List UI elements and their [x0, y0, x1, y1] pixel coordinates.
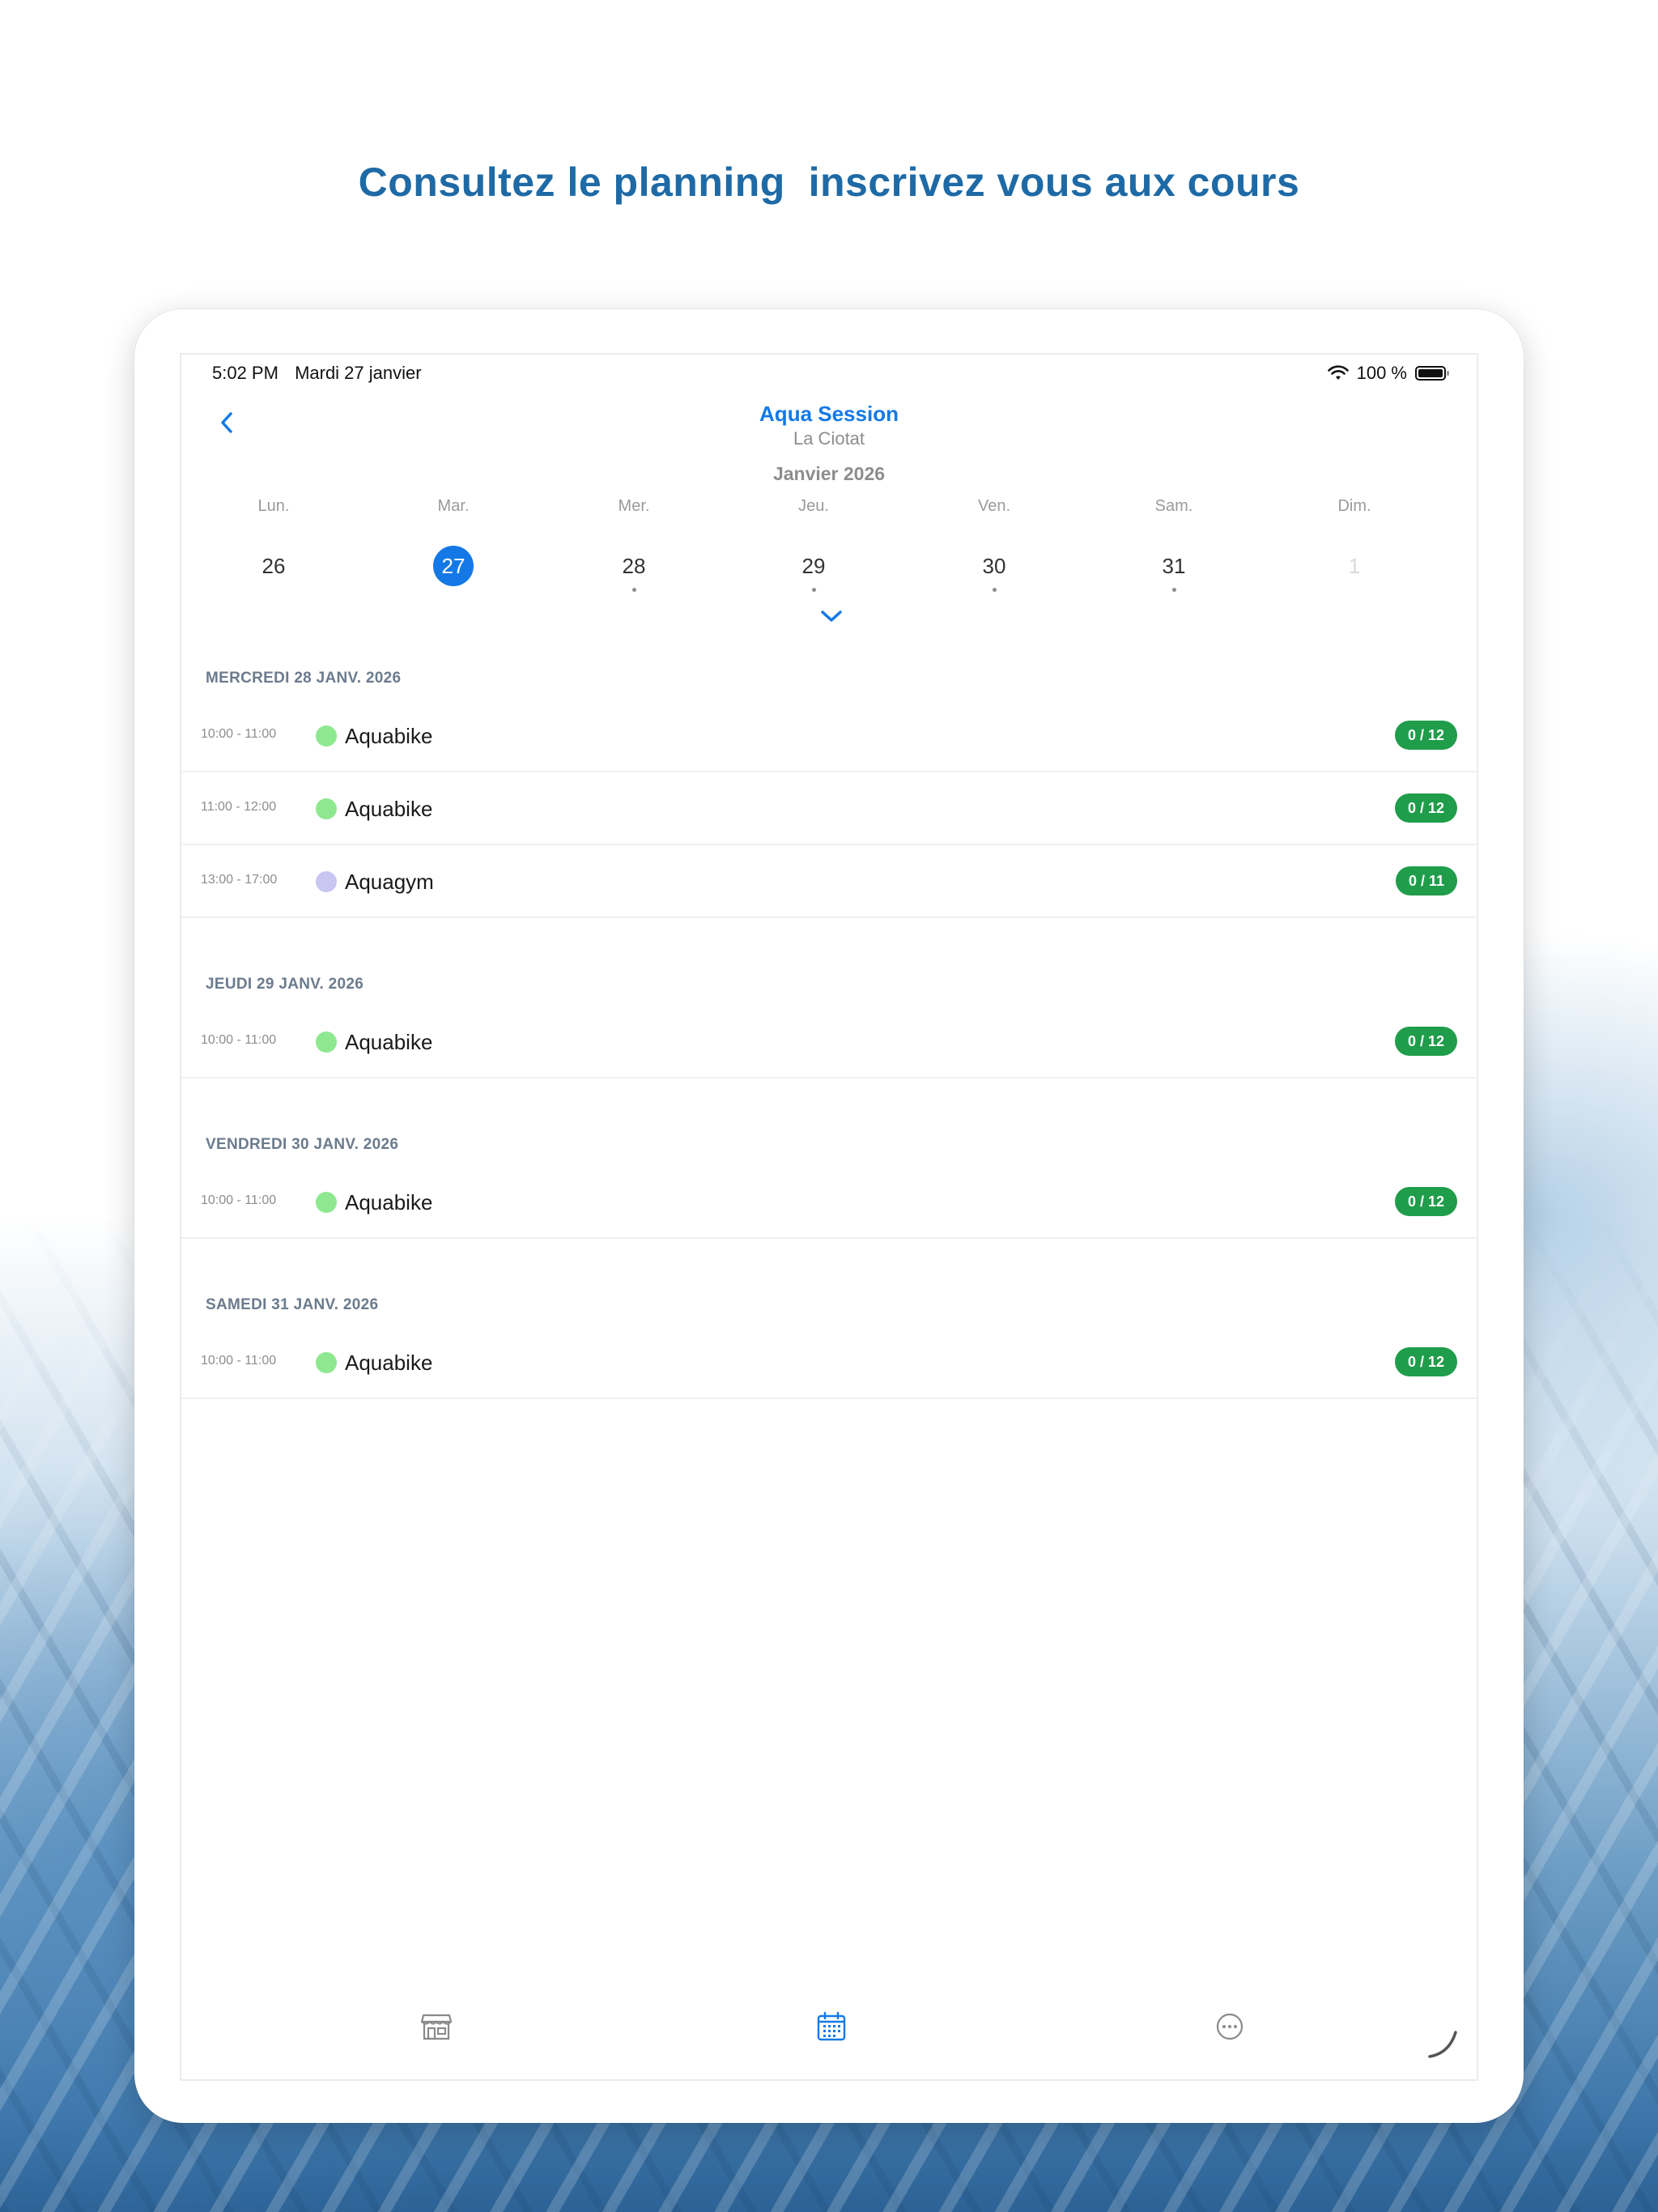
section-header: VENDREDI 30 JANV. 2026: [206, 1136, 399, 1153]
page-title: Aqua Session: [759, 402, 899, 426]
class-time: 10:00 - 11:00: [201, 1193, 277, 1207]
event-dot: [632, 588, 636, 592]
spots-badge: 0 / 12: [1394, 721, 1457, 750]
calendar-month: Janvier 2026: [772, 463, 886, 484]
class-time: 11:00 - 12:00: [201, 800, 277, 814]
section-header: MERCREDI 28 JANV. 2026: [206, 670, 402, 687]
aquagym-color-dot: [316, 871, 337, 892]
aquabike-color-dot: [316, 1192, 337, 1213]
calendar-day-30[interactable]: Ven. 30: [904, 497, 1084, 592]
event-dot: [812, 588, 816, 592]
class-time: 10:00 - 11:00: [201, 727, 277, 741]
more-icon: [1216, 2013, 1244, 2040]
weekday-label: Sam.: [1154, 497, 1193, 515]
calendar-day-28[interactable]: Mer. 28: [544, 497, 724, 592]
class-name: Aquabike: [345, 1351, 433, 1375]
status-date: Mardi 27 janvier: [295, 363, 422, 383]
class-time: 10:00 - 11:00: [201, 1354, 277, 1368]
spots-badge: 0 / 12: [1394, 1347, 1457, 1376]
battery-percent: 100 %: [1356, 363, 1407, 383]
day-number: 26: [261, 554, 286, 578]
chevron-down-icon: [821, 610, 842, 622]
day-number-selected: 27: [433, 546, 474, 586]
event-dot: [1172, 588, 1176, 592]
day-number: 29: [801, 554, 826, 578]
headline: Consultez le planning inscrivez vous aux…: [358, 160, 1300, 205]
tab-calendar[interactable]: [811, 2006, 852, 2047]
weekday-label: Mer.: [618, 497, 650, 515]
calendar-day-26[interactable]: Lun. 26: [184, 497, 363, 586]
spots-badge: 0 / 12: [1394, 1187, 1457, 1216]
store-icon: [420, 2014, 453, 2040]
class-list: MERCREDI 28 JANV. 2026 10:00 - 11:00 Aqu…: [181, 654, 1477, 1399]
nav-title: Aqua Session La Ciotat: [181, 402, 1477, 449]
class-name: Aquabike: [345, 797, 433, 821]
tab-bar: [181, 1998, 1477, 2055]
aquabike-color-dot: [316, 725, 337, 747]
weekday-label: Lun.: [257, 497, 290, 515]
expand-calendar-button[interactable]: [819, 607, 844, 625]
calendar-week: Lun. 26 Mar. 27 Mer. 28 Jeu. 29 Ven. 30 …: [181, 497, 1477, 592]
class-time: 10:00 - 11:00: [201, 1033, 277, 1047]
resize-corner-icon: [1428, 2031, 1457, 2058]
status-time: 5:02 PM: [212, 363, 278, 383]
event-dot: [993, 588, 997, 592]
class-name: Aquabike: [345, 724, 433, 748]
calendar-day-29[interactable]: Jeu. 29: [724, 497, 903, 592]
day-number: 1: [1348, 554, 1361, 578]
weekday-label: Ven.: [977, 497, 1011, 515]
page-subtitle: La Ciotat: [793, 428, 865, 449]
class-name: Aquabike: [345, 1190, 433, 1214]
calendar-icon: [817, 2011, 846, 2041]
weekday-label: Mar.: [437, 497, 470, 515]
section-header: JEUDI 29 JANV. 2026: [206, 976, 364, 993]
day-number: 30: [982, 554, 1006, 578]
wifi-icon: [1327, 365, 1349, 380]
class-row[interactable]: 10:00 - 11:00 Aquabike 0 / 12: [181, 1326, 1477, 1399]
spots-badge: 0 / 11: [1395, 866, 1457, 895]
class-row[interactable]: 11:00 - 12:00 Aquabike 0 / 12: [181, 772, 1477, 845]
section-header: SAMEDI 31 JANV. 2026: [206, 1296, 379, 1313]
class-name: Aquabike: [345, 1030, 433, 1054]
class-row[interactable]: 13:00 - 17:00 Aquagym 0 / 11: [181, 845, 1477, 918]
aquabike-color-dot: [316, 798, 337, 819]
class-row[interactable]: 10:00 - 11:00 Aquabike 0 / 12: [181, 700, 1477, 772]
class-row[interactable]: 10:00 - 11:00 Aquabike 0 / 12: [181, 1166, 1477, 1239]
class-row[interactable]: 10:00 - 11:00 Aquabike 0 / 12: [181, 1006, 1477, 1078]
status-bar: 5:02 PM Mardi 27 janvier 100 %: [181, 355, 1477, 393]
class-name: Aquagym: [345, 870, 434, 894]
aquabike-color-dot: [316, 1032, 337, 1053]
aquabike-color-dot: [316, 1352, 337, 1373]
battery-icon: [1415, 366, 1449, 381]
class-time: 13:00 - 17:00: [201, 873, 278, 887]
spots-badge: 0 / 12: [1394, 1027, 1457, 1056]
calendar-day-27[interactable]: Mar. 27: [363, 497, 543, 586]
app-screen: 5:02 PM Mardi 27 janvier 100 % Aqua Sess…: [180, 353, 1478, 2081]
day-number: 31: [1162, 554, 1186, 578]
calendar-day-31[interactable]: Sam. 31: [1084, 497, 1264, 592]
calendar-day-1[interactable]: Dim. 1: [1265, 497, 1444, 586]
weekday-label: Jeu.: [798, 497, 829, 515]
tab-more[interactable]: [1209, 2006, 1250, 2047]
tab-store[interactable]: [416, 2006, 457, 2047]
weekday-label: Dim.: [1337, 497, 1371, 515]
spots-badge: 0 / 12: [1394, 793, 1457, 823]
day-number: 28: [622, 554, 646, 578]
